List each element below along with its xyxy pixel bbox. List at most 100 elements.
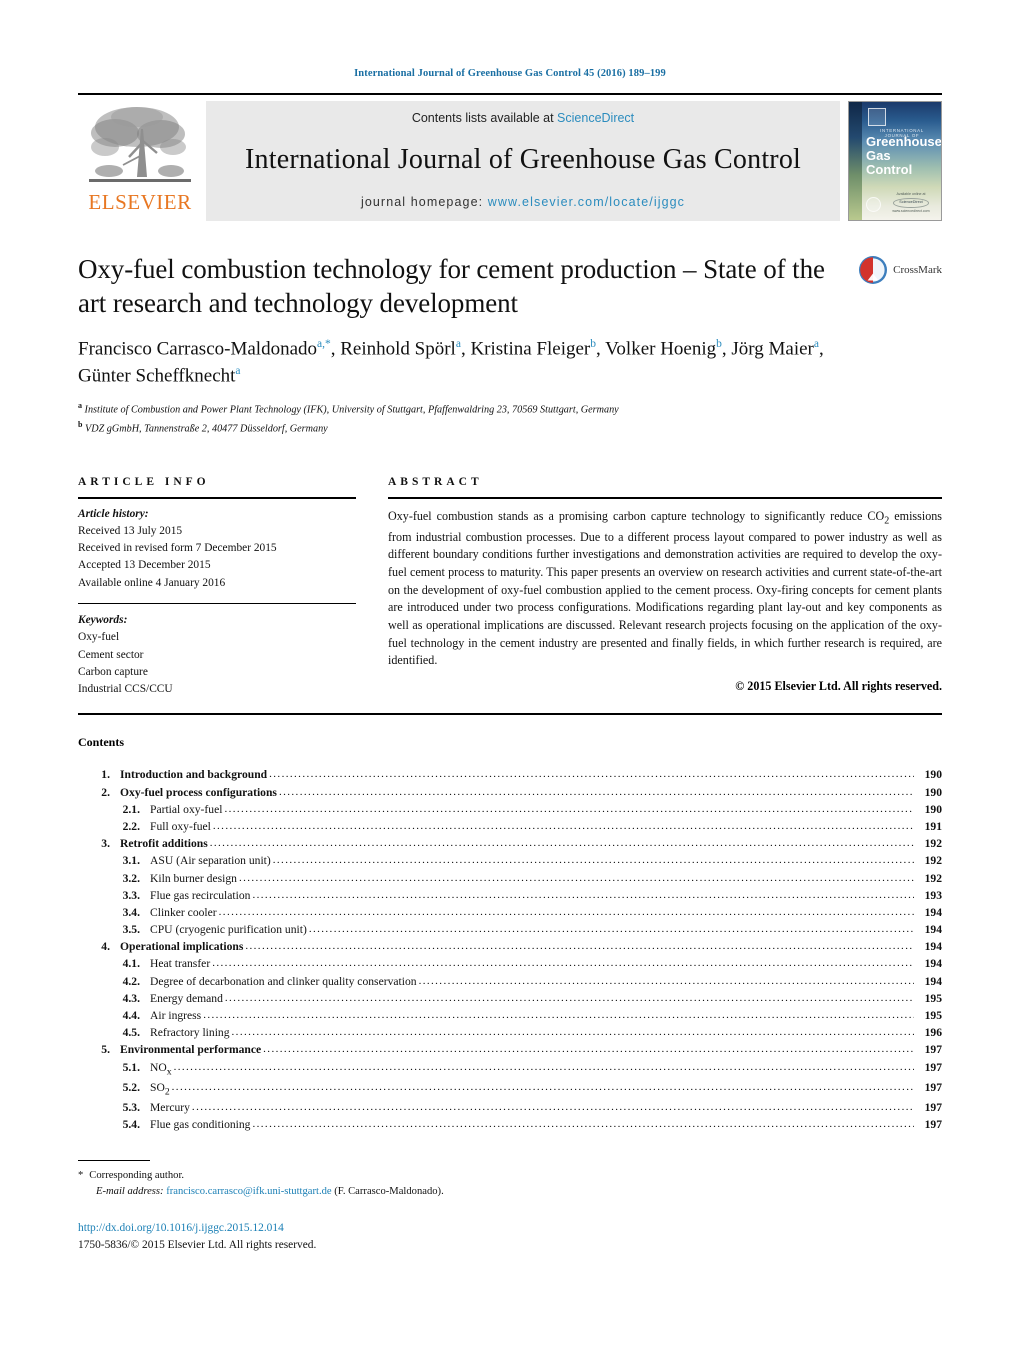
toc-entry-label: Introduction and background xyxy=(120,768,268,782)
cover-title: Greenhouse Gas Control xyxy=(866,134,942,176)
toc-entry-number: 3.3. xyxy=(122,888,140,902)
toc-entry-page: 194 xyxy=(924,905,942,919)
toc-entry[interactable]: 5. Environmental performance.............… xyxy=(78,1042,942,1059)
toc-entry[interactable]: 5.1. NOx.................................… xyxy=(78,1059,942,1079)
article-info-rule-top xyxy=(78,496,356,499)
corresponding-author-text: Corresponding author. xyxy=(89,1170,185,1181)
toc-entry-label: Retrofit additions xyxy=(120,837,208,851)
keyword-item: Industrial CCS/CCU xyxy=(78,683,173,696)
article-history-label: Article history: xyxy=(78,507,149,520)
toc-entry-page: 190 xyxy=(924,802,942,816)
email-note: E-mail address: francisco.carrasco@ifk.u… xyxy=(78,1184,942,1200)
toc-leader-dots: ........................................… xyxy=(308,924,914,936)
toc-entry-page: 197 xyxy=(924,1043,942,1057)
toc-entry[interactable]: 5.3. Mercury.............................… xyxy=(78,1099,942,1116)
toc-entry[interactable]: 4.2. Degree of decarbonation and clinker … xyxy=(78,973,942,990)
sciencedirect-link[interactable]: ScienceDirect xyxy=(557,111,634,125)
keywords-block: Keywords: Oxy-fuel Cement sector Carbon … xyxy=(78,612,356,699)
toc-leader-dots: ........................................… xyxy=(252,1119,914,1131)
keyword-item: Cement sector xyxy=(78,648,144,661)
toc-entry[interactable]: 3.1. ASU (Air separation unit)...........… xyxy=(78,853,942,870)
toc-entry[interactable]: 5.2. SO2.................................… xyxy=(78,1079,942,1099)
affiliation-b-text: VDZ gGmbH, Tannenstraße 2, 40477 Düsseld… xyxy=(85,423,328,435)
toc-entry[interactable]: 2.1. Partial oxy-fuel....................… xyxy=(78,801,942,818)
title-block: Oxy-fuel combustion technology for cemen… xyxy=(78,253,942,438)
abstract-text: Oxy-fuel combustion stands as a promisin… xyxy=(388,508,942,668)
toc-entry[interactable]: 4.1. Heat transfer.......................… xyxy=(78,956,942,973)
toc-entry-label: Full oxy-fuel xyxy=(150,819,211,833)
cover-footer: Available online at ScienceDirect www.sc… xyxy=(889,192,933,214)
cover-footer-url: www.sciencedirect.com xyxy=(892,208,930,213)
toc-entry-number: 4.1. xyxy=(122,957,140,971)
corresponding-author-marker: * xyxy=(78,1170,84,1181)
author-list: Francisco Carrasco-Maldonadoa,*, Reinhol… xyxy=(78,337,824,387)
affiliation-a-marker: a xyxy=(78,401,82,411)
affiliation-a: a Institute of Combustion and Power Plan… xyxy=(78,400,942,418)
email-link[interactable]: francisco.carrasco@ifk.uni-stuttgart.de xyxy=(166,1186,331,1197)
toc-entry[interactable]: 4. Operational implications..............… xyxy=(78,939,942,956)
toc-leader-dots: ........................................… xyxy=(269,769,914,781)
journal-title: International Journal of Greenhouse Gas … xyxy=(244,144,802,175)
elsevier-wordmark: ELSEVIER xyxy=(88,190,192,214)
cover-footer-available: Available online at xyxy=(896,191,926,196)
toc-entry[interactable]: 3. Retrofit additions....................… xyxy=(78,836,942,853)
journal-homepage-link[interactable]: www.elsevier.com/locate/ijggc xyxy=(488,195,685,209)
toc-entry-label: Mercury xyxy=(150,1100,190,1114)
toc-entry-number: 3.4. xyxy=(122,905,140,919)
toc-entry[interactable]: 4.5. Refractory lining...................… xyxy=(78,1025,942,1042)
keyword-item: Carbon capture xyxy=(78,666,148,679)
toc-leader-dots: ........................................… xyxy=(224,803,914,815)
toc-entry-page: 191 xyxy=(924,819,942,833)
toc-entry-number: 5.3. xyxy=(122,1100,140,1114)
article-history-block: Article history: Received 13 July 2015 R… xyxy=(78,506,356,593)
toc-entry-number: 5.4. xyxy=(122,1118,140,1132)
toc-entry-label: Operational implications xyxy=(120,940,244,954)
crossmark-badge[interactable]: CrossMark xyxy=(858,255,942,285)
toc-entry-number: 4.4. xyxy=(122,1009,140,1022)
toc-leader-dots: ........................................… xyxy=(173,1061,914,1073)
toc-entry[interactable]: 3.5. CPU (cryogenic purification unit)...… xyxy=(78,921,942,938)
toc-entry[interactable]: 1. Introduction and background...........… xyxy=(78,767,942,784)
abstract-heading: ABSTRACT xyxy=(388,475,483,488)
toc-entry-label: Environmental performance xyxy=(120,1043,262,1057)
toc-leader-dots: ........................................… xyxy=(203,1010,914,1021)
toc-entry[interactable]: 5.4. Flue gas conditioning...............… xyxy=(78,1117,942,1134)
toc-leader-dots: ........................................… xyxy=(224,992,914,1004)
crossmark-icon xyxy=(859,256,888,284)
toc-entry-page: 190 xyxy=(924,785,942,799)
toc-entry-number: 2.2. xyxy=(122,819,140,833)
toc-entry-page: 194 xyxy=(924,957,942,971)
toc-entry-label: Heat transfer xyxy=(150,957,211,971)
article-title: Oxy-fuel combustion technology for cemen… xyxy=(78,254,825,318)
toc-entry[interactable]: 3.2. Kiln burner design..................… xyxy=(78,870,942,887)
toc-entry-page: 193 xyxy=(924,888,942,902)
toc-entry[interactable]: 2.2. Full oxy-fuel.......................… xyxy=(78,818,942,835)
toc-entry-label: Clinker cooler xyxy=(150,905,217,919)
toc-entry-label: NOx xyxy=(150,1060,172,1077)
article-history-item: Available online 4 January 2016 xyxy=(78,576,226,589)
toc-leader-dots: ........................................… xyxy=(278,786,914,798)
abstract-copyright: © 2015 Elsevier Ltd. All rights reserved… xyxy=(735,678,942,693)
toc-entry-page: 192 xyxy=(924,837,942,851)
toc-entry[interactable]: 4.4. Air ingress.........................… xyxy=(78,1007,942,1024)
table-of-contents: 1. Introduction and background...........… xyxy=(78,767,942,1134)
toc-leader-dots: ........................................… xyxy=(245,941,914,953)
toc-entry[interactable]: 4.3. Energy demand.......................… xyxy=(78,990,942,1007)
running-head: International Journal of Greenhouse Gas … xyxy=(354,68,666,79)
toc-entry-page: 197 xyxy=(924,1118,942,1132)
cover-footer-brand: ScienceDirect xyxy=(893,197,929,208)
toc-entry[interactable]: 2. Oxy-fuel process configurations.......… xyxy=(78,784,942,801)
affiliation-a-text: Institute of Combustion and Power Plant … xyxy=(84,404,619,416)
toc-entry-number: 4.5. xyxy=(122,1026,140,1040)
toc-entry-label: Refractory lining xyxy=(150,1026,230,1040)
issn-copyright-line: 1750-5836/© 2015 Elsevier Ltd. All right… xyxy=(78,1238,317,1251)
toc-entry[interactable]: 3.3. Flue gas recirculation..............… xyxy=(78,887,942,904)
cover-title-line1: Greenhouse xyxy=(866,134,942,149)
toc-entry-number: 5. xyxy=(101,1043,110,1057)
doi-link[interactable]: http://dx.doi.org/10.1016/j.ijggc.2015.1… xyxy=(78,1220,942,1237)
toc-leader-dots: ........................................… xyxy=(252,889,914,901)
contents-section: Contents 1. Introduction and background..… xyxy=(78,735,942,1134)
toc-entry-label: SO2 xyxy=(150,1080,170,1098)
cover-elsevier-icon xyxy=(868,108,886,126)
toc-entry[interactable]: 3.4. Clinker cooler......................… xyxy=(78,904,942,921)
